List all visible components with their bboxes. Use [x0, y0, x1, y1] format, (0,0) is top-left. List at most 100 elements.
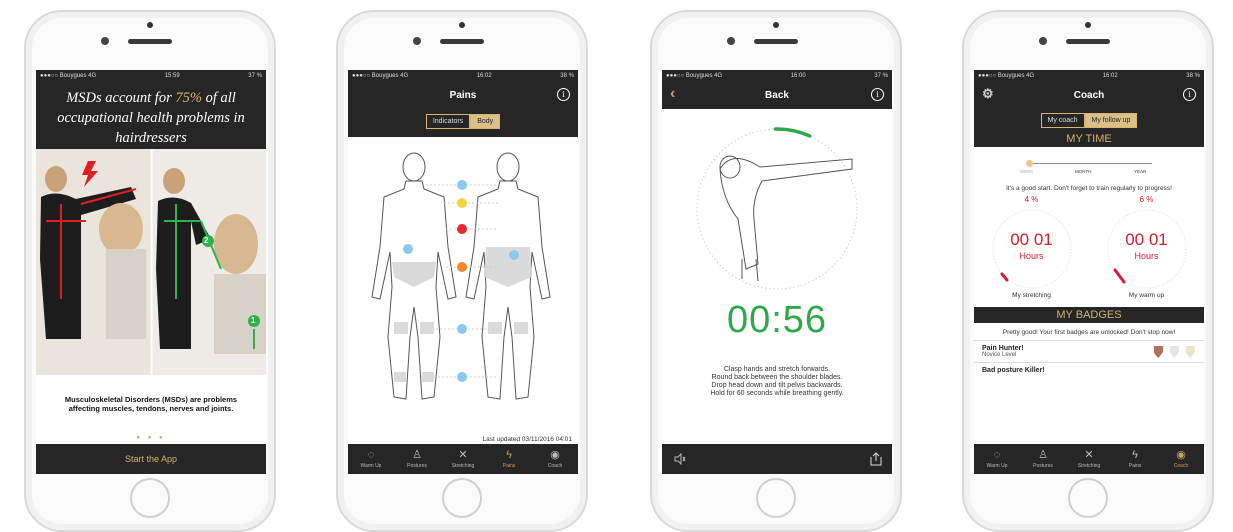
- tab-pains[interactable]: ϟ Pains: [486, 444, 532, 474]
- earpiece-speaker: [1066, 39, 1110, 44]
- shield-icon: [1170, 346, 1179, 358]
- tab-label: Postures: [407, 463, 427, 469]
- indicator-knees[interactable]: [457, 324, 467, 334]
- nav-bar: Pains i: [348, 81, 578, 109]
- period-week[interactable]: WEEK: [1020, 169, 1033, 174]
- gauge-value: 00 01: [1010, 230, 1053, 249]
- indicator-neck[interactable]: [457, 180, 467, 190]
- home-button[interactable]: [442, 478, 482, 518]
- tab-label: Pains: [502, 463, 516, 469]
- front-camera: [147, 22, 153, 28]
- period-slider[interactable]: WEEK MONTH YEAR: [974, 147, 1204, 185]
- home-button[interactable]: [756, 478, 796, 518]
- exercise-screen: ●●●○○ Bouygues 4G 16:00 37 % ‹ Back i 00…: [662, 70, 892, 474]
- coach-icon: ◉: [550, 449, 560, 461]
- time-gauges: 4 % 00 01 Hours My stretching 6 % 00 01 …: [974, 193, 1204, 307]
- badge-row[interactable]: Bad posture Killer!: [974, 362, 1204, 378]
- gear-icon[interactable]: ⚙: [982, 87, 994, 101]
- tab-label: Coach: [547, 463, 563, 469]
- body-map[interactable]: [348, 137, 578, 422]
- nav-bar: ‹ Back i: [662, 81, 892, 109]
- earpiece-speaker: [128, 39, 172, 44]
- badge-name: Pain Hunter!: [982, 345, 1024, 352]
- instruction-line: Clasp hands and stretch forwards.: [723, 366, 831, 373]
- gauge-percent: 4 %: [1024, 195, 1039, 204]
- badge-level: Novice Level: [982, 352, 1017, 358]
- segment-body[interactable]: Body: [470, 114, 501, 129]
- progress-track: [696, 128, 858, 290]
- tab-stretching[interactable]: ✕ Stretching: [440, 444, 486, 474]
- segmented-control: Indicators Body: [348, 109, 578, 137]
- clock-label: 15:59: [164, 72, 180, 79]
- progress-arc: [773, 127, 812, 138]
- badge-row[interactable]: Pain Hunter! Novice Level: [974, 340, 1204, 362]
- earpiece-speaker: [440, 39, 484, 44]
- tab-stretching[interactable]: ✕ Stretching: [1066, 444, 1112, 474]
- instruction-line: Round back between the shoulder blades.: [711, 374, 843, 381]
- page-title: Pains: [449, 89, 477, 101]
- speaker-icon[interactable]: [674, 453, 686, 465]
- share-icon[interactable]: [870, 452, 882, 466]
- indicator-ankles[interactable]: [457, 372, 467, 382]
- tab-label: Postures: [1033, 463, 1053, 469]
- tab-postures[interactable]: ♙ Postures: [394, 444, 440, 474]
- postures-icon: ♙: [412, 449, 422, 461]
- indicator-shoulders[interactable]: [457, 198, 467, 208]
- encouragement-text: It's a good start. Don't forget to train…: [1006, 185, 1172, 192]
- indicator-abdomen[interactable]: [403, 244, 413, 254]
- gauge-value: 00 01: [1125, 230, 1168, 249]
- segmented-control: My coach My follow up: [974, 109, 1204, 131]
- period-month[interactable]: MONTH: [1075, 169, 1092, 174]
- indicator-upper-back[interactable]: [457, 224, 467, 234]
- home-button[interactable]: [1068, 478, 1108, 518]
- page-indicator[interactable]: ● ● ●: [36, 435, 266, 441]
- slider-track: [1026, 163, 1152, 164]
- info-icon[interactable]: i: [871, 88, 884, 101]
- slider-thumb[interactable]: [1026, 160, 1033, 167]
- segment-my-follow-up[interactable]: My follow up: [1084, 113, 1138, 128]
- info-icon[interactable]: i: [1183, 88, 1196, 101]
- tab-label: Stretching: [451, 463, 475, 469]
- proximity-sensor: [413, 37, 421, 45]
- nav-bar: ⚙ Coach i: [974, 81, 1204, 109]
- tab-warm-up[interactable]: ◌ Warm Up: [348, 444, 394, 474]
- indicator-lower-back[interactable]: [457, 262, 467, 272]
- tab-postures[interactable]: ♙ Postures: [1020, 444, 1066, 474]
- segment-indicators[interactable]: Indicators: [425, 114, 471, 129]
- status-bar: ●●●○○ Bouygues 4G 16:00 37 %: [662, 70, 892, 81]
- back-chevron-icon[interactable]: ‹: [670, 85, 675, 103]
- instruction-line: Drop head down and tilt pelvis backwards…: [711, 382, 843, 389]
- phone-intro: ●●●○○ Bouygues 4G 15:59 37 % MSDs accoun…: [24, 10, 276, 532]
- start-app-button[interactable]: Start the App: [36, 444, 266, 474]
- intro-caption: Musculoskeletal Disorders (MSDs) are pro…: [64, 395, 238, 413]
- headline: MSDs account for 75% of all occupational…: [36, 81, 266, 149]
- tab-coach[interactable]: ◉ Coach: [1158, 444, 1204, 474]
- home-button[interactable]: [130, 478, 170, 518]
- clock-label: 16:02: [1102, 72, 1118, 79]
- period-year[interactable]: YEAR: [1134, 169, 1146, 174]
- gauge-label: My stretching: [1012, 292, 1051, 299]
- tab-bar: ◌ Warm Up ♙ Postures ✕ Stretching ϟ Pains ◉ C…: [974, 444, 1204, 474]
- tab-pains[interactable]: ϟ Pains: [1112, 444, 1158, 474]
- gauge-warm-up: 6 % 00 01 Hours My warm up: [1097, 195, 1197, 307]
- info-icon[interactable]: i: [557, 88, 570, 101]
- headline-text-a: MSDs account for: [66, 90, 176, 106]
- tab-coach[interactable]: ◉ Coach: [532, 444, 578, 474]
- pains-icon: ϟ: [1132, 449, 1138, 461]
- instruction-line: Hold for 60 seconds while breathing gent…: [710, 390, 844, 397]
- my-time-heading: MY TIME: [974, 131, 1204, 147]
- proximity-sensor: [727, 37, 735, 45]
- gauge-unit: Hours: [1019, 251, 1044, 261]
- segment-my-coach[interactable]: My coach: [1040, 113, 1085, 128]
- proximity-sensor: [1039, 37, 1047, 45]
- last-updated-label: Last updated 03/11/2016 04:01: [482, 436, 572, 443]
- intro-screen: ●●●○○ Bouygues 4G 15:59 37 % MSDs accoun…: [36, 70, 266, 474]
- exercise-illustration: [696, 127, 858, 290]
- earpiece-speaker: [754, 39, 798, 44]
- status-bar: ●●●○○ Bouygues 4G 16:02 38 %: [348, 70, 578, 81]
- tab-warm-up[interactable]: ◌ Warm Up: [974, 444, 1020, 474]
- front-camera: [773, 22, 779, 28]
- pains-screen: ●●●○○ Bouygues 4G 16:02 38 % Pains i Ind…: [348, 70, 578, 474]
- indicator-back-lumbar[interactable]: [509, 250, 519, 260]
- badge-name: Bad posture Killer!: [982, 367, 1045, 374]
